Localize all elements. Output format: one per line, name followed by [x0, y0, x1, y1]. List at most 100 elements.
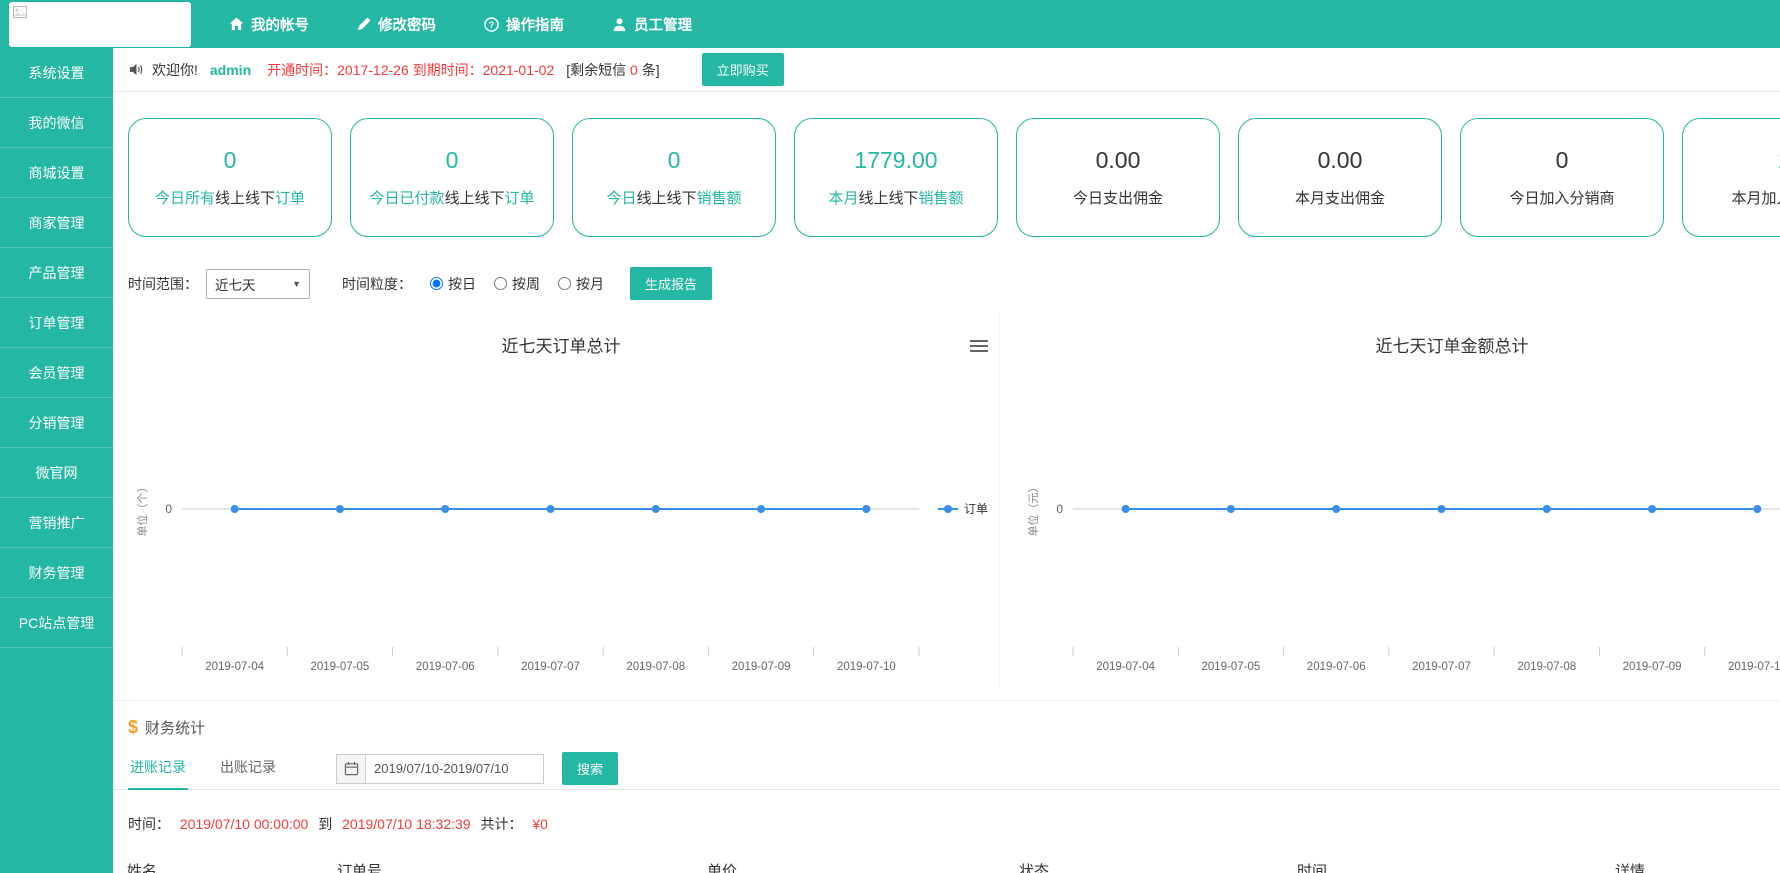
summary-time-label: 时间： [128, 816, 170, 832]
sidebar-item-member-management[interactable]: 会员管理 [0, 348, 113, 398]
sidebar-item-finance-management[interactable]: 财务管理 [0, 548, 113, 598]
welcome-sms: [剩余短信 0 条] [566, 60, 659, 80]
data-point[interactable] [862, 505, 870, 513]
finance-tabs-row: 进账记录 出账记录 搜索 [113, 748, 1780, 790]
radio-by-week-input[interactable] [494, 277, 507, 290]
sidebar-item-marketing[interactable]: 营销推广 [0, 498, 113, 548]
sidebar-item-label: 营销推广 [29, 515, 85, 531]
main-content: 欢迎你! admin 开通时间：2017-12-26 到期时间：2021-01-… [113, 48, 1780, 873]
calendar-icon[interactable] [336, 754, 366, 784]
x-axis-tick-label: 2019-07-05 [311, 661, 370, 673]
sidebar-item-label: 财务管理 [29, 565, 85, 581]
sms-count: 0 [630, 62, 638, 78]
data-point[interactable] [1753, 505, 1761, 513]
x-axis-tick-label: 2019-07-10 [1728, 661, 1780, 673]
x-axis-tick-label: 2019-07-04 [1096, 661, 1155, 673]
sidebar-item-label: 微官网 [36, 465, 78, 481]
sms-suffix: 条] [638, 62, 660, 78]
stat-label: 本月线上线下销售额 [828, 187, 963, 208]
sidebar-item-my-wechat[interactable]: 我的微信 [0, 98, 113, 148]
data-point[interactable] [1122, 505, 1130, 513]
sidebar-item-distribution-management[interactable]: 分销管理 [0, 398, 113, 448]
data-point[interactable] [1332, 505, 1340, 513]
stat-label-part: 销售额 [919, 190, 964, 207]
radio-by-day-input[interactable] [430, 277, 443, 290]
welcome-greeting: 欢迎你! [152, 60, 198, 80]
stat-label-part: 今日所有 [155, 190, 215, 207]
sidebar-item-merchant-management[interactable]: 商家管理 [0, 198, 113, 248]
sidebar-item-label: 商城设置 [29, 165, 85, 181]
sidebar-item-micro-site[interactable]: 微官网 [0, 448, 113, 498]
date-range-group [336, 754, 544, 784]
legend-label[interactable]: 订单 [964, 502, 988, 516]
legend-marker-dot[interactable] [944, 505, 952, 513]
sidebar-item-system-settings[interactable]: 系统设置 [0, 48, 113, 98]
data-point[interactable] [231, 505, 239, 513]
time-range-label: 时间范围： [128, 274, 198, 294]
stat-value: 0 [446, 147, 459, 174]
data-point[interactable] [336, 505, 344, 513]
sidebar-item-order-management[interactable]: 订单管理 [0, 298, 113, 348]
radio-by-month-input[interactable] [558, 277, 571, 290]
radio-by-day[interactable]: 按日 [430, 274, 476, 294]
search-button[interactable]: 搜索 [562, 752, 618, 785]
broken-image-icon [13, 6, 27, 18]
nav-staff-management[interactable]: 员工管理 [612, 14, 692, 35]
sidebar-item-mall-settings[interactable]: 商城设置 [0, 148, 113, 198]
nav-label: 我的帐号 [251, 14, 309, 35]
y-axis-label: 单位（个） [135, 482, 149, 537]
sidebar-item-label: 产品管理 [29, 265, 85, 281]
nav-my-account[interactable]: 我的帐号 [229, 14, 309, 35]
data-point[interactable] [547, 505, 555, 513]
finance-summary: 时间： 2019/07/10 00:00:00 到 2019/07/10 18:… [113, 814, 1780, 834]
orders-line-chart: 近七天订单总计单位（个）02019-07-042019-07-052019-07… [128, 314, 1000, 686]
x-axis-tick-label: 2019-07-05 [1202, 661, 1261, 673]
speaker-icon [128, 62, 144, 77]
nav-change-password[interactable]: 修改密码 [357, 14, 436, 35]
nav-guide[interactable]: ? 操作指南 [484, 14, 564, 35]
stat-label-part: 今日支出佣金 [1073, 190, 1163, 207]
stat-card-today-paid-orders: 0 今日已付款线上线下订单 [350, 118, 554, 237]
sidebar-item-pc-site-management[interactable]: PC站点管理 [0, 598, 113, 648]
data-point[interactable] [441, 505, 449, 513]
y-axis-tick-label: 0 [1056, 502, 1063, 516]
data-point[interactable] [1648, 505, 1656, 513]
stat-label-part: 本月加入分销商 [1731, 190, 1780, 207]
radio-by-week[interactable]: 按周 [494, 274, 540, 294]
stat-card-today-all-orders: 0 今日所有线上线下订单 [128, 118, 332, 237]
stat-value: 1779.00 [854, 147, 937, 174]
radio-label: 按日 [448, 274, 476, 294]
welcome-period: 开通时间：2017-12-26 到期时间：2021-01-02 [267, 60, 554, 80]
x-axis-tick-label: 2019-07-10 [837, 661, 896, 673]
data-point[interactable] [1543, 505, 1551, 513]
sidebar-item-label: 分销管理 [29, 415, 85, 431]
stat-card-today-commission: 0.00 今日支出佣金 [1016, 118, 1220, 237]
sidebar-item-label: 商家管理 [29, 215, 85, 231]
stat-card-month-sales: 1779.00 本月线上线下销售额 [794, 118, 998, 237]
tab-expense-records[interactable]: 出账记录 [218, 748, 278, 790]
date-range-input[interactable] [366, 754, 544, 784]
stat-label-part: 本月 [828, 190, 858, 207]
filter-row: 时间范围： 近七天 ▼ 时间粒度： 按日 按周 按月 生成报告 [113, 267, 1780, 300]
generate-report-button[interactable]: 生成报告 [630, 267, 712, 300]
data-point[interactable] [1227, 505, 1235, 513]
stat-label-part: 线上线下 [444, 190, 504, 207]
sidebar-item-label: 会员管理 [29, 365, 85, 381]
svg-text:?: ? [489, 19, 495, 29]
data-point[interactable] [757, 505, 765, 513]
sidebar: 系统设置 我的微信 商城设置 商家管理 产品管理 订单管理 会员管理 分销管理 … [0, 48, 113, 873]
summary-start-time: 2019/07/10 00:00:00 [180, 816, 308, 832]
x-axis-tick-label: 2019-07-06 [1307, 661, 1366, 673]
column-header-detail: 详情 [1615, 860, 1780, 873]
tab-income-records[interactable]: 进账记录 [128, 748, 188, 790]
radio-by-month[interactable]: 按月 [558, 274, 604, 294]
time-range-select[interactable]: 近七天 ▼ [206, 269, 310, 299]
buy-now-button[interactable]: 立即购买 [702, 53, 784, 86]
finance-section: $ 财务统计 进账记录 出账记录 搜索 时间： 2019/ [113, 700, 1780, 873]
summary-total-value: ¥0 [532, 816, 548, 832]
sidebar-item-product-management[interactable]: 产品管理 [0, 248, 113, 298]
data-point[interactable] [1438, 505, 1446, 513]
stat-label-part: 订单 [505, 190, 535, 207]
data-point[interactable] [652, 505, 660, 513]
column-header-price: 单价 [707, 860, 1019, 873]
